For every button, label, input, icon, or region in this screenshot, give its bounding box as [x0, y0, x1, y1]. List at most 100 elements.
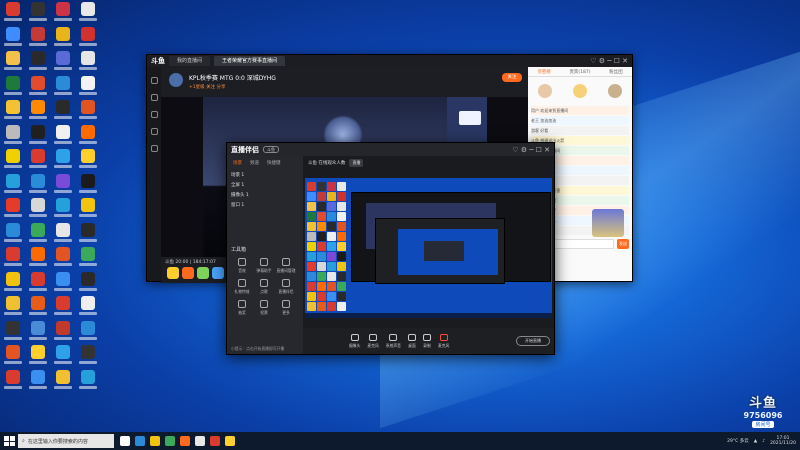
toolbox-item[interactable]: 弹幕助手 — [253, 258, 275, 279]
desktop-app-icon[interactable] — [77, 345, 99, 367]
toolbox-item[interactable]: 更多 — [275, 300, 297, 321]
desktop-app-icon[interactable] — [2, 100, 24, 122]
chat-send-button[interactable]: 发送 — [617, 239, 629, 249]
taskbar-app-icon[interactable] — [150, 436, 160, 446]
desktop-app-icon[interactable] — [27, 2, 49, 24]
desktop-app-icon[interactable] — [27, 26, 49, 49]
desktop-app-icon[interactable] — [52, 124, 74, 147]
desktop-app-icon[interactable] — [77, 247, 99, 269]
bar-button[interactable]: 麦克风 — [438, 333, 449, 349]
desktop-app-icon[interactable] — [2, 198, 24, 220]
scene-item[interactable]: 全屏 1 — [231, 181, 299, 190]
start-menu-icon[interactable] — [2, 434, 16, 448]
window-controls[interactable]: ♡ ⚙ ─ ☐ ✕ — [590, 57, 632, 65]
desktop-app-icon[interactable] — [2, 320, 24, 343]
desktop-app-icon[interactable] — [52, 26, 74, 49]
toolbox-item[interactable]: 礼物特效 — [231, 279, 253, 300]
network-icon[interactable]: ▲ — [754, 439, 757, 444]
nav-follow-icon[interactable] — [150, 94, 158, 101]
desktop-app-icon[interactable] — [2, 75, 24, 98]
desktop-app-icon[interactable] — [52, 75, 74, 98]
tab-scene[interactable]: 场景 — [233, 160, 242, 166]
volume-icon[interactable]: ♪ — [762, 439, 765, 444]
desktop-app-icon[interactable] — [27, 320, 49, 343]
desktop-app-icon[interactable] — [77, 271, 99, 294]
gift-icon[interactable] — [212, 267, 224, 279]
desktop-app-icon[interactable] — [77, 149, 99, 171]
desktop-app-icon[interactable] — [77, 198, 99, 220]
tab-live-room[interactable]: 王者荣耀官方赛事直播间 — [214, 56, 286, 66]
bar-button[interactable]: 摄像头 — [349, 333, 360, 349]
desktop-app-icon[interactable] — [2, 222, 24, 245]
desktop-app-icon[interactable] — [2, 271, 24, 294]
desktop-app-icon[interactable] — [52, 271, 74, 294]
desktop-app-icon[interactable] — [52, 222, 74, 245]
desktop-app-icon[interactable] — [77, 296, 99, 318]
toolbox-item[interactable]: 投票 — [253, 300, 275, 321]
desktop-app-icon[interactable] — [2, 124, 24, 147]
start-live-button[interactable]: 开始直播 — [516, 336, 550, 346]
taskbar-app-icon[interactable] — [225, 436, 235, 446]
desktop-app-icon[interactable] — [27, 124, 49, 147]
desktop-app-icon[interactable] — [77, 369, 99, 392]
desktop-app-icon[interactable] — [52, 173, 74, 196]
desktop-app-icon[interactable] — [77, 26, 99, 49]
toolbox-item[interactable]: 直播间管理 — [275, 258, 297, 279]
tab-channel[interactable]: 频道 — [250, 160, 259, 166]
gift-icon[interactable] — [167, 267, 179, 279]
desktop-app-icon[interactable] — [2, 296, 24, 318]
rank-avatar[interactable] — [538, 84, 553, 98]
bar-button[interactable]: 录制 — [422, 333, 431, 349]
desktop-app-icon[interactable] — [27, 222, 49, 245]
scene-item[interactable]: 窗口 1 — [231, 201, 299, 210]
clock[interactable]: 17:01 2021/11/20 — [770, 436, 796, 446]
desktop-app-icon[interactable] — [27, 51, 49, 73]
toolbox-item[interactable]: 音效 — [231, 258, 253, 279]
desktop-app-icon[interactable] — [52, 51, 74, 73]
desktop-app-icon[interactable] — [52, 198, 74, 220]
desktop-app-icon[interactable] — [2, 247, 24, 269]
taskbar-app-icon[interactable] — [165, 436, 175, 446]
desktop-app-icon[interactable] — [52, 320, 74, 343]
promo-banner[interactable] — [592, 209, 624, 237]
scene-item[interactable]: 摄像头 1 — [231, 191, 299, 200]
desktop-app-icon[interactable] — [2, 345, 24, 367]
desktop-app-icon[interactable] — [27, 296, 49, 318]
desktop-app-icon[interactable] — [77, 124, 99, 147]
taskbar-app-icon[interactable] — [120, 436, 130, 446]
nav-history-icon[interactable] — [150, 128, 158, 135]
desktop-app-icon[interactable] — [52, 369, 74, 392]
desktop-app-icon[interactable] — [2, 26, 24, 49]
taskbar-search[interactable]: ⌕ 在这里输入你要搜索的内容 — [18, 434, 114, 448]
desktop-app-icon[interactable] — [52, 247, 74, 269]
desktop-app-icon[interactable] — [2, 173, 24, 196]
desktop-app-icon[interactable] — [77, 222, 99, 245]
taskbar-app-icon[interactable] — [195, 436, 205, 446]
desktop-app-icon[interactable] — [2, 369, 24, 392]
desktop-app-icon[interactable] — [27, 345, 49, 367]
bar-button[interactable]: 麦克风 — [367, 333, 379, 349]
desktop-app-icon[interactable] — [27, 75, 49, 98]
taskbar-app-icon[interactable] — [135, 436, 145, 446]
desktop-app-icon[interactable] — [52, 100, 74, 122]
nav-home-icon[interactable] — [150, 77, 158, 84]
streamer-avatar[interactable] — [169, 73, 183, 87]
follow-button[interactable]: 关注 — [502, 73, 522, 82]
desktop-app-icon[interactable] — [77, 51, 99, 73]
desktop-app-icon[interactable] — [52, 296, 74, 318]
capture-preview[interactable] — [305, 178, 552, 318]
desktop-app-icon[interactable] — [27, 247, 49, 269]
desktop-app-icon[interactable] — [52, 345, 74, 367]
desktop-app-icon[interactable] — [77, 173, 99, 196]
taskbar-app-icon[interactable] — [210, 436, 220, 446]
nav-settings-icon[interactable] — [150, 145, 158, 152]
desktop-app-icon[interactable] — [77, 320, 99, 343]
desktop-app-icon[interactable] — [2, 149, 24, 171]
bar-button[interactable]: 桌面 — [407, 333, 416, 349]
taskbar-app-icon[interactable] — [180, 436, 190, 446]
rank-avatar[interactable] — [572, 84, 587, 98]
tab-fans[interactable]: 粉丝团 — [609, 69, 623, 75]
toolbox-item[interactable]: 抽奖 — [231, 300, 253, 321]
gift-icon[interactable] — [182, 267, 194, 279]
nav-category-icon[interactable] — [150, 111, 158, 118]
